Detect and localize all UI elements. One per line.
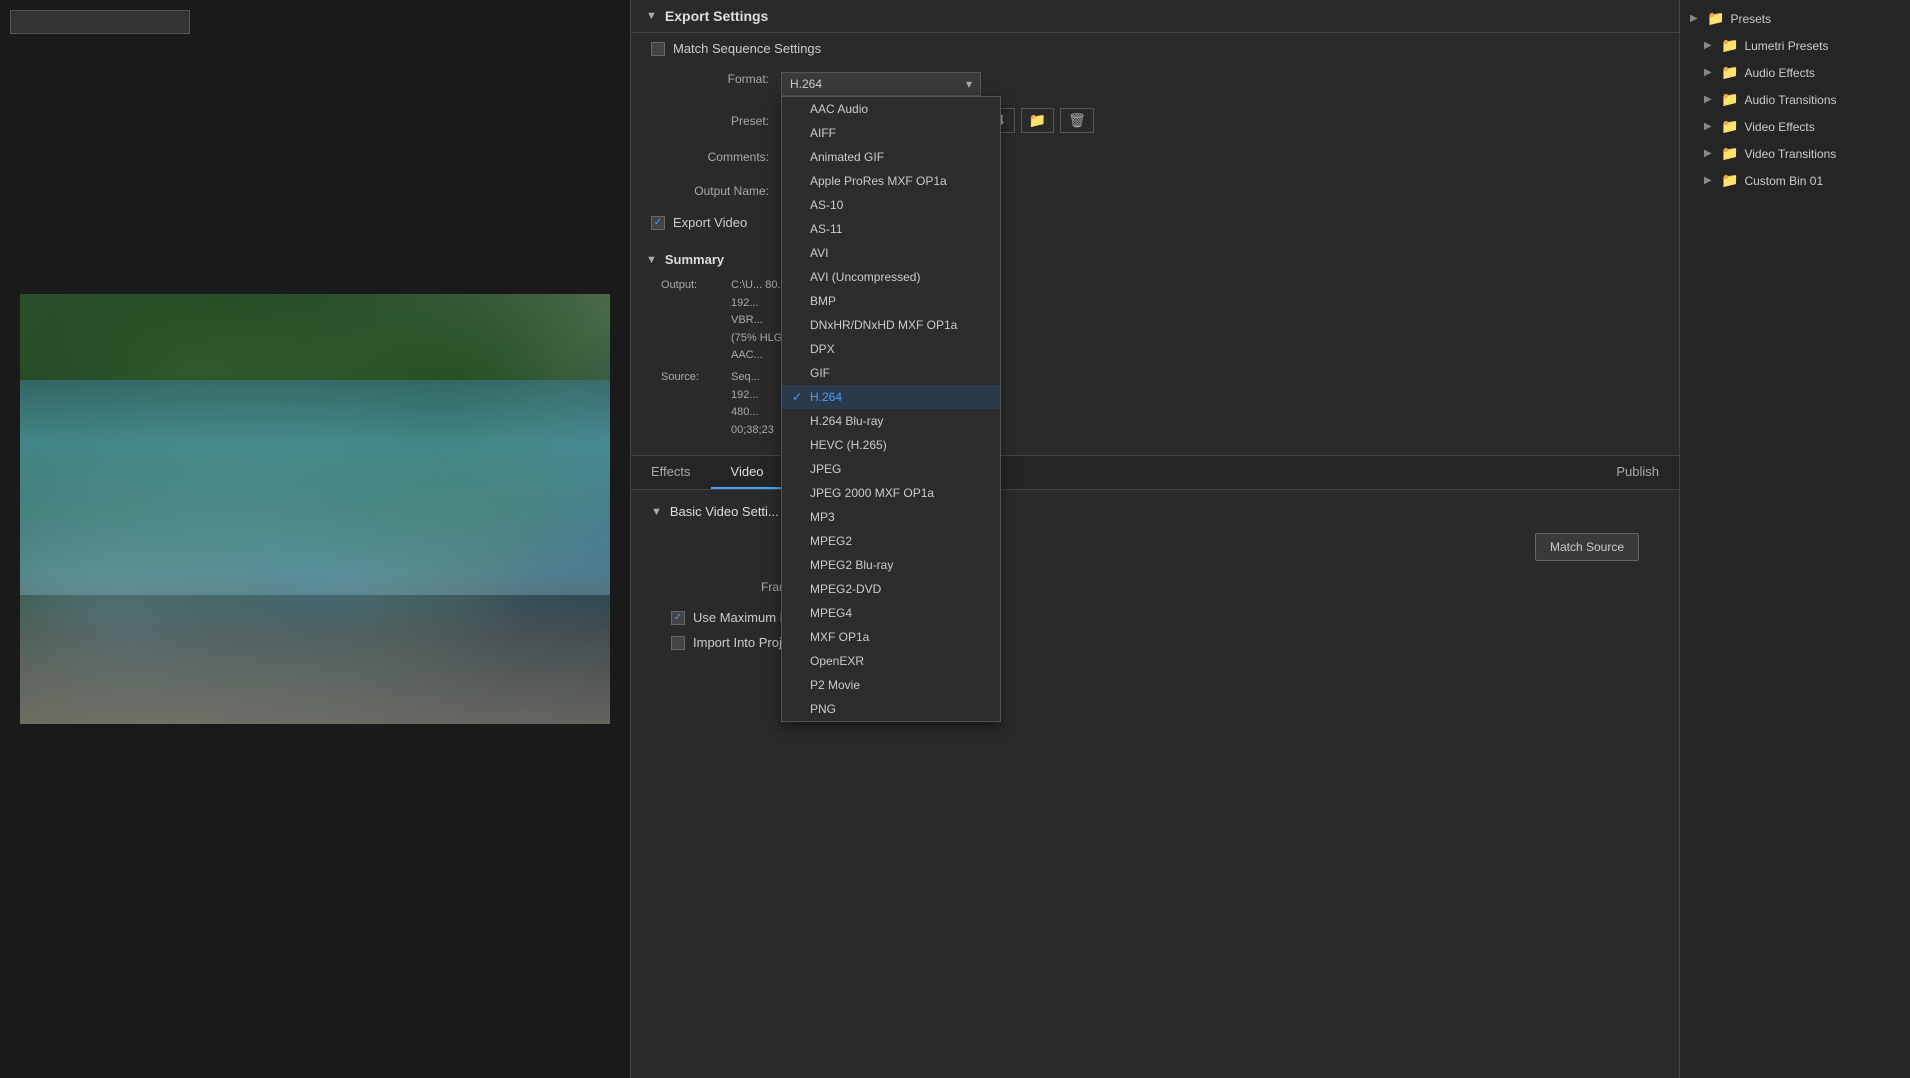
use-max-render-checkbox[interactable] — [671, 611, 685, 625]
audio-effects-label: Audio Effects — [1744, 66, 1815, 80]
tree-item-lumetri[interactable]: ▶ 📁 Lumetri Presets — [1680, 32, 1910, 59]
tree-arrow-presets: ▶ — [1690, 13, 1702, 24]
format-dropdown-item[interactable]: GIF — [782, 361, 1000, 385]
format-dropdown-item[interactable]: BMP — [782, 289, 1000, 313]
format-select[interactable]: H.264 — [781, 72, 981, 96]
left-panel — [0, 0, 630, 1078]
format-dropdown-item[interactable]: DPX — [782, 337, 1000, 361]
summary-label: Summary — [665, 252, 724, 267]
tab-effects[interactable]: Effects — [631, 456, 711, 489]
format-dropdown: AAC AudioAIFFAnimated GIFApple ProRes MX… — [781, 96, 1001, 722]
folder-icon-lumetri: 📁 — [1721, 37, 1738, 54]
video-transitions-label: Video Transitions — [1744, 147, 1836, 161]
format-dropdown-item[interactable]: MPEG2-DVD — [782, 577, 1000, 601]
format-dropdown-item[interactable]: H.264 — [782, 385, 1000, 409]
preview-image — [20, 294, 610, 724]
format-dropdown-item[interactable]: P2 Movie — [782, 673, 1000, 697]
match-sequence-label: Match Sequence Settings — [673, 41, 821, 56]
preset-tree: ▶ 📁 Presets ▶ 📁 Lumetri Presets ▶ 📁 Audi… — [1680, 0, 1910, 199]
match-sequence-checkbox[interactable] — [651, 42, 665, 56]
preset-delete-button[interactable]: 🗑 — [1060, 108, 1094, 133]
format-dropdown-item[interactable]: AVI — [782, 241, 1000, 265]
export-settings-header[interactable]: ▼ Export Settings — [631, 0, 1679, 33]
presets-label: Presets — [1730, 12, 1771, 26]
format-dropdown-item[interactable]: AIFF — [782, 121, 1000, 145]
folder-icon-presets: 📁 — [1707, 10, 1724, 27]
tree-item-audio-effects[interactable]: ▶ 📁 Audio Effects — [1680, 59, 1910, 86]
video-settings-label: Basic Video Setti... — [670, 504, 779, 519]
folder-icon-audio-effects: 📁 — [1721, 64, 1738, 81]
custom-bin-label: Custom Bin 01 — [1744, 174, 1823, 188]
publish-button[interactable]: Publish — [1596, 456, 1679, 489]
summary-source-label: Source: — [661, 369, 731, 439]
format-field-container: H.264 AAC AudioAIFFAnimated GIFApple Pro… — [781, 72, 981, 96]
format-dropdown-item[interactable]: Animated GIF — [782, 145, 1000, 169]
import-checkbox[interactable] — [671, 636, 685, 650]
format-dropdown-item[interactable]: OpenEXR — [782, 649, 1000, 673]
tree-arrow-audio-transitions: ▶ — [1704, 94, 1716, 105]
preset-folder-button[interactable]: 📁 — [1021, 108, 1054, 133]
collapse-icon: ▼ — [646, 10, 657, 22]
folder-icon-audio-transitions: 📁 — [1721, 91, 1738, 108]
summary-output-label: Output: — [661, 277, 731, 365]
match-sequence-row: Match Sequence Settings — [631, 33, 1679, 64]
tree-item-video-effects[interactable]: ▶ 📁 Video Effects — [1680, 113, 1910, 140]
format-dropdown-item[interactable]: AS-10 — [782, 193, 1000, 217]
tree-item-custom-bin[interactable]: ▶ 📁 Custom Bin 01 — [1680, 167, 1910, 194]
preset-label: Preset: — [651, 114, 781, 128]
summary-collapse-icon: ▼ — [646, 254, 657, 266]
format-dropdown-item[interactable]: MPEG4 — [782, 601, 1000, 625]
format-dropdown-item[interactable]: JPEG 2000 MXF OP1a — [782, 481, 1000, 505]
format-dropdown-item[interactable]: AAC Audio — [782, 97, 1000, 121]
folder-icon-video-transitions: 📁 — [1721, 145, 1738, 162]
folder-icon-video-effects: 📁 — [1721, 118, 1738, 135]
format-row: Format: H.264 AAC AudioAIFFAnimated GIFA… — [631, 64, 1679, 102]
tree-arrow-audio-effects: ▶ — [1704, 67, 1716, 78]
comments-label: Comments: — [651, 150, 781, 164]
summary-source-value: Seq... 192... 480... 00;38;23 — [731, 369, 774, 439]
tree-item-audio-transitions[interactable]: ▶ 📁 Audio Transitions — [1680, 86, 1910, 113]
lumetri-label: Lumetri Presets — [1744, 39, 1828, 53]
video-settings-collapse-icon: ▼ — [651, 506, 662, 518]
format-dropdown-item[interactable]: MPEG2 — [782, 529, 1000, 553]
format-dropdown-item[interactable]: PNG — [782, 697, 1000, 721]
format-dropdown-item[interactable]: AS-11 — [782, 217, 1000, 241]
tree-arrow-video-transitions: ▶ — [1704, 148, 1716, 159]
tab-video[interactable]: Video — [711, 456, 784, 489]
tree-item-presets[interactable]: ▶ 📁 Presets — [1680, 5, 1910, 32]
source-dropdown[interactable] — [10, 10, 190, 34]
format-dropdown-item[interactable]: MPEG2 Blu-ray — [782, 553, 1000, 577]
tree-arrow-video-effects: ▶ — [1704, 121, 1716, 132]
center-panel: ▼ Export Settings Match Sequence Setting… — [630, 0, 1680, 1078]
tree-arrow-custom-bin: ▶ — [1704, 175, 1716, 186]
format-dropdown-item[interactable]: H.264 Blu-ray — [782, 409, 1000, 433]
tree-arrow-lumetri: ▶ — [1704, 40, 1716, 51]
export-settings-title: Export Settings — [665, 8, 768, 24]
export-video-label: Export Video — [673, 215, 747, 230]
format-dropdown-item[interactable]: Apple ProRes MXF OP1a — [782, 169, 1000, 193]
format-dropdown-item[interactable]: AVI (Uncompressed) — [782, 265, 1000, 289]
audio-transitions-label: Audio Transitions — [1744, 93, 1836, 107]
folder-icon-custom-bin: 📁 — [1721, 172, 1738, 189]
format-label: Format: — [651, 72, 781, 86]
format-dropdown-item[interactable]: JPEG — [782, 457, 1000, 481]
output-name-label: Output Name: — [651, 184, 781, 198]
format-dropdown-item[interactable]: MP3 — [782, 505, 1000, 529]
format-dropdown-item[interactable]: MXF OP1a — [782, 625, 1000, 649]
right-panel: ▶ 📁 Presets ▶ 📁 Lumetri Presets ▶ 📁 Audi… — [1680, 0, 1910, 1078]
format-dropdown-item[interactable]: HEVC (H.265) — [782, 433, 1000, 457]
match-source-button[interactable]: Match Source — [1535, 533, 1639, 561]
export-video-checkbox[interactable] — [651, 216, 665, 230]
dropdown-bar — [10, 10, 620, 34]
tree-item-video-transitions[interactable]: ▶ 📁 Video Transitions — [1680, 140, 1910, 167]
video-effects-label: Video Effects — [1744, 120, 1814, 134]
format-dropdown-item[interactable]: DNxHR/DNxHD MXF OP1a — [782, 313, 1000, 337]
